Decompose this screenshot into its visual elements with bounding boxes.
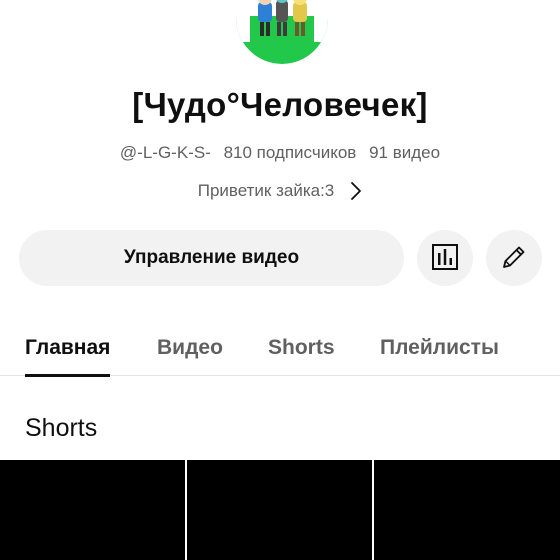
edit-channel-button[interactable] [486,230,542,286]
short-thumbnail[interactable] [0,460,185,560]
channel-name: [Чудо°Человечек] [132,86,428,123]
channel-tabs: Главная Видео Shorts Плейлисты [0,320,560,377]
channel-description: Приветик зайка:3 [197,181,335,200]
analytics-icon [431,243,459,274]
shorts-section-title: Shorts [25,414,98,442]
avatar-icon [236,0,328,64]
analytics-button[interactable] [417,230,473,286]
channel-avatar[interactable] [236,0,328,64]
tab-playlists[interactable]: Плейлисты [380,320,499,376]
short-thumbnail[interactable] [187,460,372,560]
video-count: 91 видео [369,143,441,162]
channel-description-link[interactable]: Приветик зайка:3 [0,179,560,203]
channel-meta: @-L-G-K-S- 810 подписчиков 91 видео [0,143,560,163]
pencil-icon [500,243,528,274]
subscriber-count: 810 подписчиков [223,143,357,162]
chevron-right-icon [350,181,362,201]
tab-home[interactable]: Главная [25,320,111,377]
shorts-row [0,460,560,560]
tab-shorts[interactable]: Shorts [268,320,335,376]
manage-videos-button[interactable]: Управление видео [19,230,404,286]
short-thumbnail[interactable] [374,460,560,560]
channel-handle: @-L-G-K-S- [119,143,211,162]
tab-videos[interactable]: Видео [157,320,223,376]
